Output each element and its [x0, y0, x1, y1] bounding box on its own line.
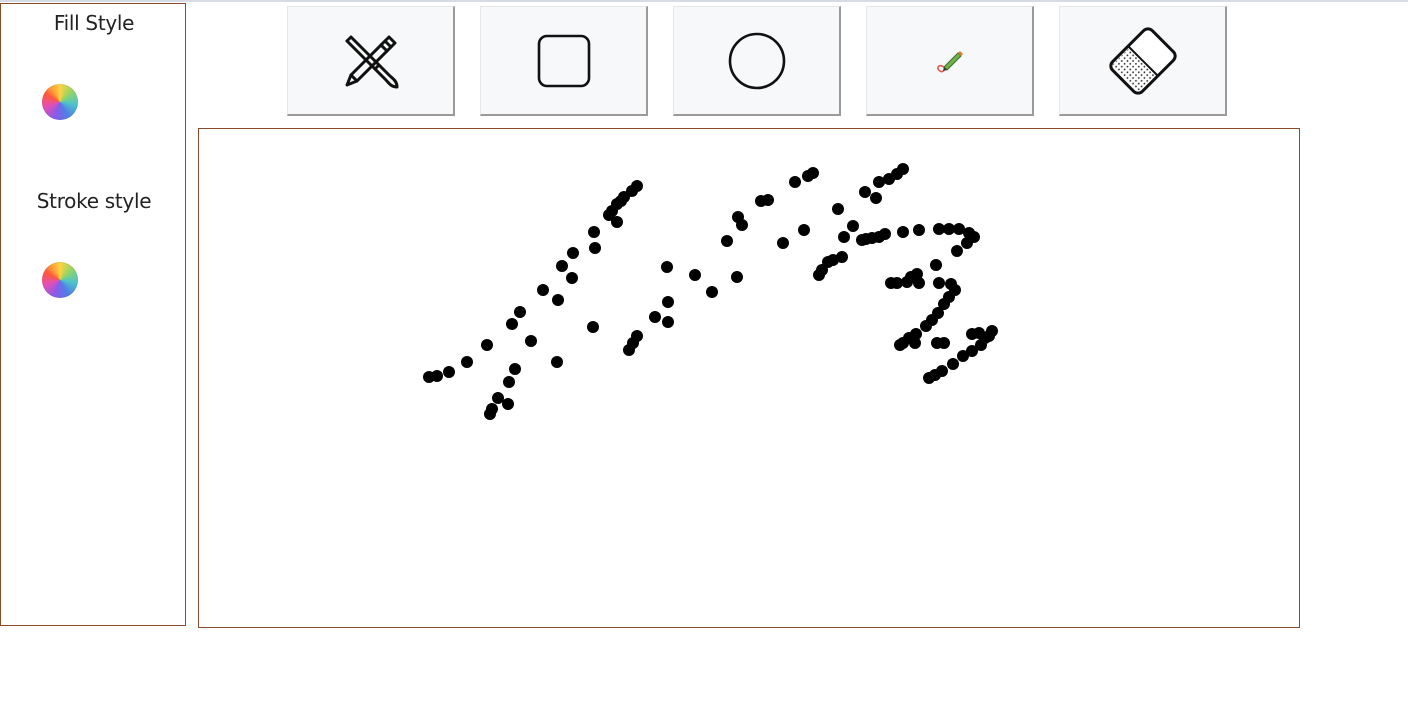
eraser-tool-button[interactable] [1059, 6, 1227, 116]
circle-tool-button[interactable] [673, 6, 841, 116]
pencil-brush-icon [345, 35, 398, 88]
rounded-square-icon [537, 34, 590, 87]
eraser-icon [1108, 26, 1177, 95]
pencil-brush-tool-button[interactable] [287, 6, 455, 116]
window-top-line [0, 0, 1408, 2]
circle-icon [728, 32, 785, 89]
style-sidebar: Fill Style Stroke style [0, 3, 186, 626]
stroke-style-label: Stroke style [36, 189, 152, 213]
stroke-color-picker-icon[interactable] [42, 262, 78, 298]
rectangle-tool-button[interactable] [480, 6, 648, 116]
fill-style-label: Fill Style [53, 11, 135, 35]
drawing-canvas[interactable] [198, 128, 1300, 628]
fill-color-picker-icon[interactable] [42, 84, 78, 120]
colored-pencil-icon [936, 50, 963, 72]
color-pen-tool-button[interactable] [866, 6, 1034, 116]
drawing-strokes [423, 163, 998, 420]
